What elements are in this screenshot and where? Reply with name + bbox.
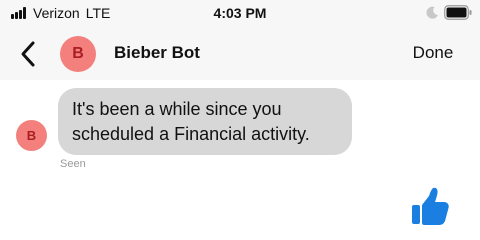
chevron-left-icon[interactable] — [20, 40, 36, 68]
battery-icon — [444, 5, 472, 20]
clock: 4:03 PM — [213, 5, 267, 21]
done-button[interactable]: Done — [400, 43, 466, 63]
moon-icon — [426, 6, 438, 19]
avatar-initial: B — [72, 45, 84, 62]
read-receipt: Seen — [60, 158, 86, 170]
message-bubble[interactable]: It's been a while since you scheduled a … — [58, 88, 352, 155]
sender-initial: B — [26, 128, 37, 143]
thumbs-up-icon[interactable] — [410, 186, 452, 228]
contact-name[interactable]: Bieber Bot — [114, 43, 200, 63]
conversation-header: B Bieber Bot Done — [0, 28, 480, 80]
status-bar: Verizon LTE 4:03 PM — [0, 0, 480, 28]
contact-avatar[interactable]: B — [60, 36, 96, 72]
message-text: It's been a while since you scheduled a … — [72, 99, 310, 144]
sender-avatar: B — [16, 120, 47, 151]
